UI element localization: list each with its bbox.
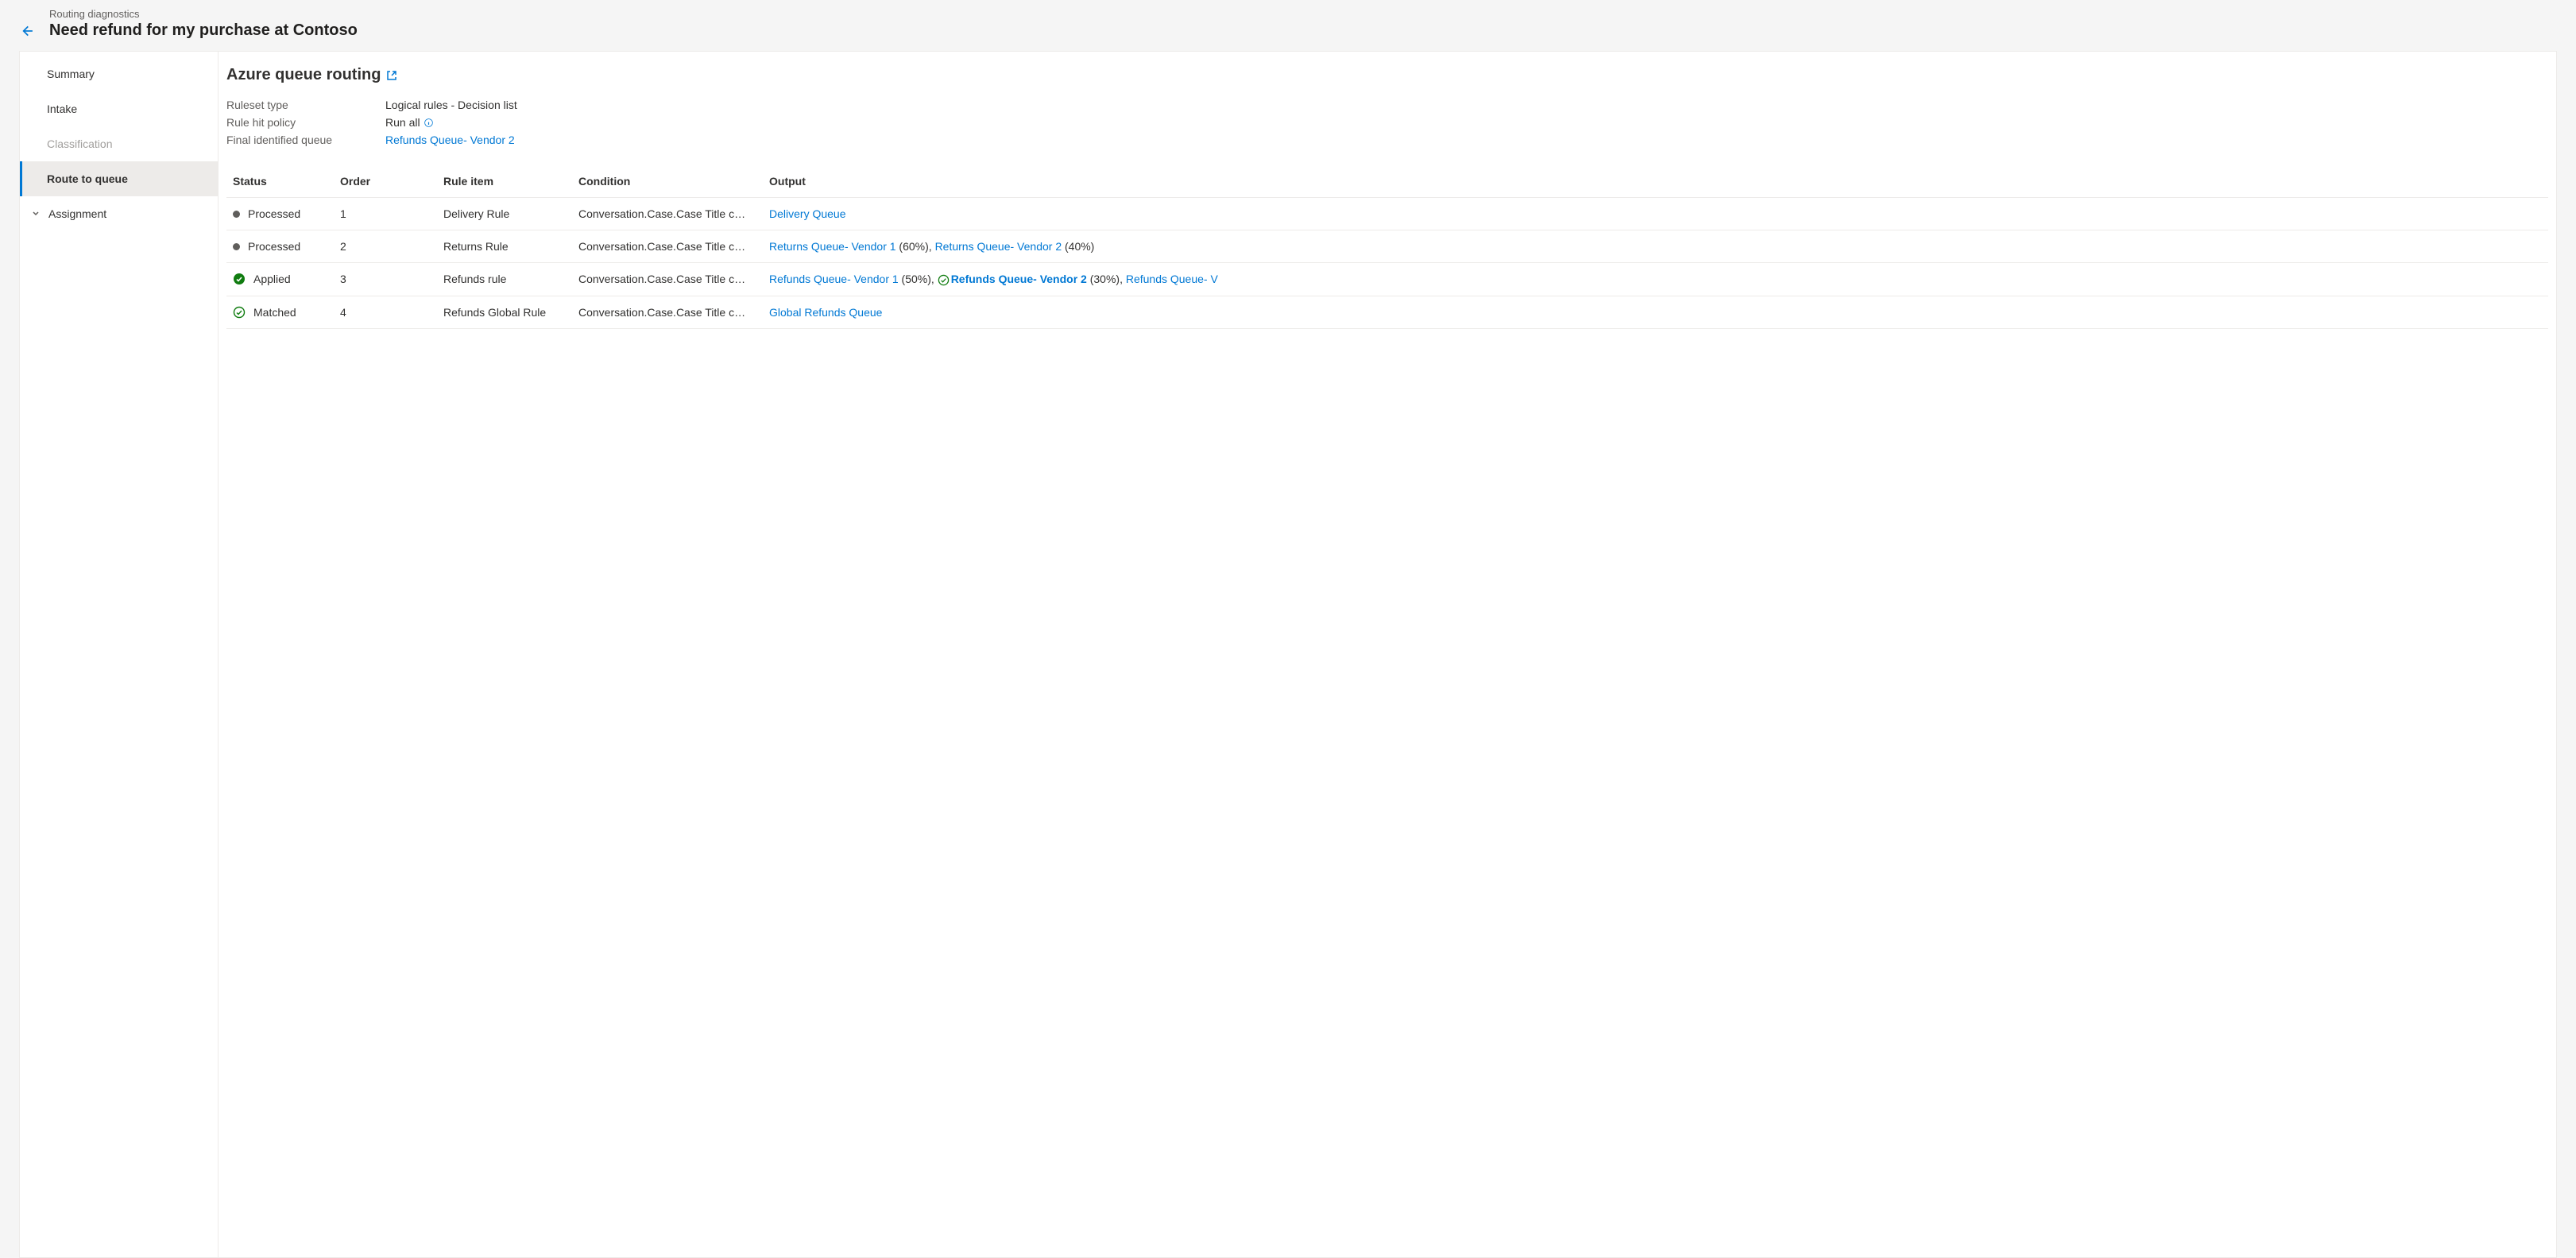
sidebar-item-label: Summary (47, 68, 95, 80)
sidebar-item-label: Intake (47, 103, 77, 115)
condition-cell: Conversation.Case.Case Title c… (572, 230, 763, 263)
order-cell: 3 (334, 263, 437, 296)
output-link[interactable]: Global Refunds Queue (769, 306, 882, 319)
condition-cell: Conversation.Case.Case Title c… (572, 198, 763, 230)
meta-value[interactable]: Refunds Queue- Vendor 2 (385, 134, 515, 146)
sidebar-item-label: Classification (47, 137, 112, 150)
status-dot-icon (233, 211, 240, 218)
rule-item-cell: Refunds rule (437, 263, 572, 296)
column-header[interactable]: Order (334, 167, 437, 198)
column-header[interactable]: Condition (572, 167, 763, 198)
output-cell: Returns Queue- Vendor 1 (60%), Returns Q… (763, 230, 2548, 263)
rule-item-cell: Returns Rule (437, 230, 572, 263)
condition-cell: Conversation.Case.Case Title c… (572, 263, 763, 296)
order-cell: 2 (334, 230, 437, 263)
output-link[interactable]: Returns Queue- Vendor 2 (935, 240, 1062, 253)
output-link[interactable]: Returns Queue- Vendor 1 (769, 240, 896, 253)
output-cell: Global Refunds Queue (763, 296, 2548, 328)
output-link[interactable]: Refunds Queue- Vendor 1 (769, 273, 899, 285)
output-link[interactable]: Delivery Queue (769, 207, 846, 220)
rule-item-cell: Refunds Global Rule (437, 296, 572, 328)
breadcrumb: Routing diagnostics (49, 8, 358, 20)
column-header[interactable]: Status (226, 167, 334, 198)
table-row[interactable]: Matched 4Refunds Global RuleConversation.… (226, 296, 2548, 328)
status-text: Processed (248, 240, 300, 253)
order-cell: 4 (334, 296, 437, 328)
topbar: Routing diagnostics Need refund for my p… (0, 0, 2576, 51)
sidebar-item-summary[interactable]: Summary (20, 56, 218, 91)
meta-value: Run all (385, 116, 434, 129)
meta-row: Final identified queueRefunds Queue- Ven… (226, 134, 2548, 146)
check-solid-icon (233, 273, 246, 285)
check-outline-icon (233, 306, 246, 319)
page-title: Need refund for my purchase at Contoso (49, 21, 358, 40)
check-outline-icon (938, 274, 950, 286)
column-header[interactable]: Output (763, 167, 2548, 198)
info-icon[interactable] (424, 118, 434, 128)
queue-link[interactable]: Refunds Queue- Vendor 2 (385, 134, 515, 146)
status-dot-icon (233, 243, 240, 250)
sidebar: Summary Intake Classification Route to queu… (20, 52, 219, 1257)
content-card: Summary Intake Classification Route to queu… (19, 51, 2557, 1258)
status-text: Processed (248, 207, 300, 220)
table-row[interactable]: Processed 1Delivery RuleConversation.Case… (226, 198, 2548, 230)
output-link-selected[interactable]: Refunds Queue- Vendor 2 (951, 273, 1087, 285)
output-link[interactable]: Refunds Queue- V (1126, 273, 1218, 285)
main-pane: Azure queue routing Ruleset typeLogical … (219, 52, 2556, 1257)
order-cell: 1 (334, 198, 437, 230)
sidebar-item-assignment[interactable]: Assignment (20, 196, 218, 231)
chevron-down-icon (31, 207, 41, 220)
popout-icon[interactable] (385, 69, 398, 82)
output-cell: Refunds Queue- Vendor 1 (50%), Refunds Q… (763, 263, 2548, 296)
status-text: Applied (253, 273, 291, 285)
meta-label: Final identified queue (226, 134, 385, 146)
meta-row: Rule hit policyRun all (226, 116, 2548, 129)
table-row[interactable]: Applied 3Refunds ruleConversation.Case.Ca… (226, 263, 2548, 296)
rules-table: StatusOrderRule itemConditionOutput Proc… (226, 167, 2548, 329)
sidebar-item-route-to-queue[interactable]: Route to queue (20, 161, 218, 196)
condition-cell: Conversation.Case.Case Title c… (572, 296, 763, 328)
sidebar-item-classification: Classification (20, 126, 218, 161)
meta-label: Rule hit policy (226, 116, 385, 129)
meta-row: Ruleset typeLogical rules - Decision lis… (226, 99, 2548, 111)
column-header[interactable]: Rule item (437, 167, 572, 198)
main-title: Azure queue routing (226, 66, 381, 84)
rule-item-cell: Delivery Rule (437, 198, 572, 230)
output-cell: Delivery Queue (763, 198, 2548, 230)
sidebar-item-label: Assignment (48, 207, 106, 220)
meta-label: Ruleset type (226, 99, 385, 111)
meta-value: Logical rules - Decision list (385, 99, 517, 111)
table-row[interactable]: Processed 2Returns RuleConversation.Case.… (226, 230, 2548, 263)
sidebar-item-intake[interactable]: Intake (20, 91, 218, 126)
status-text: Matched (253, 306, 296, 319)
back-arrow-icon[interactable] (19, 24, 33, 38)
sidebar-item-label: Route to queue (47, 172, 128, 185)
